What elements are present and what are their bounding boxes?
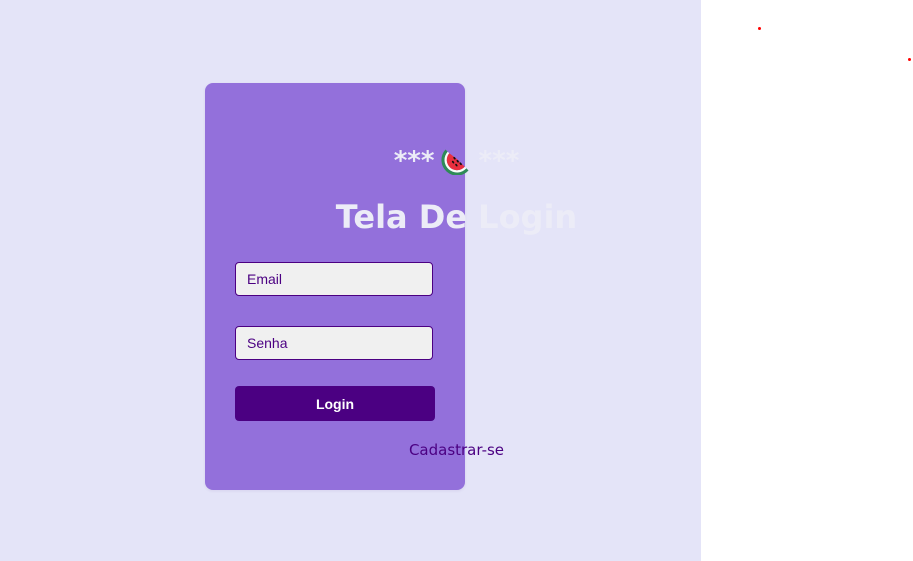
watermelon-icon (440, 141, 474, 176)
right-panel (701, 0, 913, 561)
signup-link[interactable]: Cadastrar-se (0, 440, 913, 460)
red-dot-1 (758, 27, 761, 30)
login-button[interactable]: Login (235, 386, 435, 421)
page-title: Tela De Login (335, 198, 578, 236)
right-stars: *** (478, 146, 520, 176)
red-dot-2 (908, 58, 911, 61)
emoji-header: *** *** (0, 138, 913, 178)
left-stars: *** (393, 146, 435, 176)
password-field[interactable]: Senha (235, 326, 433, 360)
email-field[interactable]: Email (235, 262, 433, 296)
